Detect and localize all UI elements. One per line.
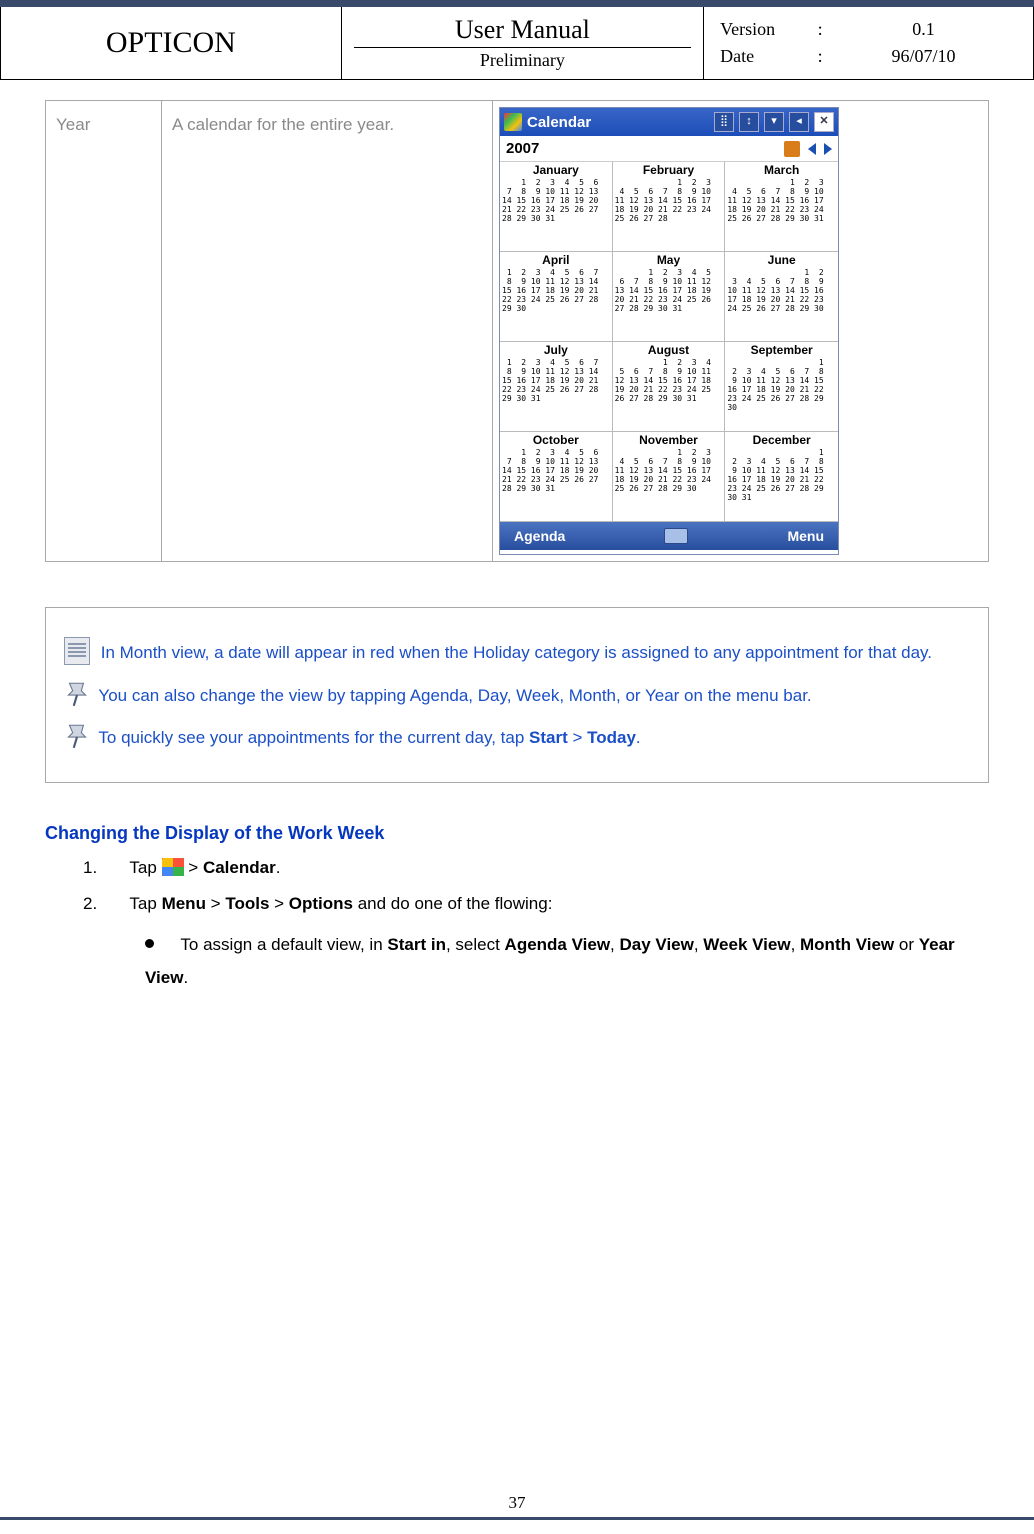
document-icon	[64, 637, 90, 665]
title-block: User Manual Preliminary	[341, 5, 703, 80]
month-september[interactable]: September 1 2 3 4 5 6 7 8 9 10 11 12 13 …	[725, 342, 838, 432]
month-january[interactable]: January 1 2 3 4 5 6 7 8 9 10 11 12 13 14…	[500, 162, 613, 252]
month-name: February	[615, 163, 723, 177]
date-value: 96/07/10	[830, 46, 1017, 67]
year-display[interactable]: 2007	[506, 140, 784, 157]
cycle-icon[interactable]	[784, 141, 800, 157]
windows-start-icon	[162, 858, 184, 876]
next-year-icon[interactable]	[824, 143, 832, 155]
date-label: Date	[720, 46, 810, 67]
month-name: May	[615, 253, 723, 267]
close-icon[interactable]: ✕	[814, 112, 834, 132]
version-label: Version	[720, 19, 810, 40]
month-name: July	[502, 343, 610, 357]
step-2: 2. Tap Menu > Tools > Options and do one…	[83, 890, 989, 919]
cell-screenshot: Calendar ⣿ ↕ ▾ ◂ ✕ 2007	[493, 101, 989, 562]
month-name: September	[727, 343, 836, 357]
pushpin-icon	[64, 722, 88, 748]
pushpin-icon	[64, 680, 88, 706]
month-days: 1 2 3 4 5 6 7 8 9 10 11 12 13 14 15 16 1…	[502, 268, 610, 313]
keyboard-icon[interactable]	[664, 528, 688, 544]
note-change-view: You can also change the view by tapping …	[98, 686, 811, 705]
cell-year-name: Year	[46, 101, 162, 562]
month-name: October	[502, 433, 610, 447]
meta-block: Version : 0.1 Date : 96/07/10	[704, 5, 1034, 80]
month-days: 1 2 3 4 5 6 7 8 9 10 11 12 13 14 15 16 1…	[727, 178, 836, 223]
version-value: 0.1	[830, 19, 1017, 40]
status-icon[interactable]: ⣿	[714, 112, 734, 132]
month-november[interactable]: November 1 2 3 4 5 6 7 8 9 10 11 12 13 1…	[613, 432, 726, 522]
signal-icon[interactable]: ▾	[764, 112, 784, 132]
month-days: 1 2 3 4 5 6 7 8 9 10 11 12 13 14 15 16 1…	[502, 358, 610, 403]
month-days: 1 2 3 4 5 6 7 8 9 10 11 12 13 14 15 16 1…	[502, 178, 610, 223]
month-days: 1 2 3 4 5 6 7 8 9 10 11 12 13 14 15 16 1…	[502, 448, 610, 493]
month-days: 1 2 3 4 5 6 7 8 9 10 11 12 13 14 15 16 1…	[727, 268, 836, 313]
cell-year-desc: A calendar for the entire year.	[162, 101, 493, 562]
calendar-screenshot: Calendar ⣿ ↕ ▾ ◂ ✕ 2007	[499, 107, 839, 555]
note-holiday: In Month view, a date will appear in red…	[101, 643, 932, 662]
softkey-right[interactable]: Menu	[787, 528, 824, 544]
month-april[interactable]: April 1 2 3 4 5 6 7 8 9 10 11 12 13 14 1…	[500, 252, 613, 342]
brand: OPTICON	[1, 5, 342, 80]
section-heading: Changing the Display of the Work Week	[45, 823, 989, 844]
steps-list: 1. Tap > Calendar. 2. Tap Menu > Tools >…	[83, 854, 989, 994]
page-number: 37	[0, 1493, 1034, 1513]
doc-header: OPTICON User Manual Preliminary Version …	[0, 3, 1034, 80]
month-days: 1 2 3 4 5 6 7 8 9 10 11 12 13 14 15 16 1…	[615, 448, 723, 493]
titlebar: Calendar ⣿ ↕ ▾ ◂ ✕	[500, 108, 838, 136]
note-today: To quickly see your appointments for the…	[98, 728, 640, 747]
step-1: 1. Tap > Calendar.	[83, 854, 989, 883]
month-october[interactable]: October 1 2 3 4 5 6 7 8 9 10 11 12 13 14…	[500, 432, 613, 522]
month-name: June	[727, 253, 836, 267]
month-days: 1 2 3 4 5 6 7 8 9 10 11 12 13 14 15 16 1…	[615, 268, 723, 313]
month-february[interactable]: February 1 2 3 4 5 6 7 8 9 10 11 12 13 1…	[613, 162, 726, 252]
doc-title: User Manual	[354, 13, 691, 48]
footer-divider	[0, 1517, 1034, 1519]
windows-logo-icon[interactable]	[504, 113, 522, 131]
month-name: December	[727, 433, 836, 447]
month-july[interactable]: July 1 2 3 4 5 6 7 8 9 10 11 12 13 14 15…	[500, 342, 613, 432]
month-may[interactable]: May 1 2 3 4 5 6 7 8 9 10 11 12 13 14 15 …	[613, 252, 726, 342]
sync-icon[interactable]: ↕	[739, 112, 759, 132]
softkey-left[interactable]: Agenda	[514, 528, 565, 544]
month-name: April	[502, 253, 610, 267]
year-table: Year A calendar for the entire year. Cal…	[45, 100, 989, 562]
bullet-1: To assign a default view, in Start in, s…	[145, 929, 989, 994]
bullet-icon	[145, 939, 154, 948]
volume-icon[interactable]: ◂	[789, 112, 809, 132]
month-march[interactable]: March 1 2 3 4 5 6 7 8 9 10 11 12 13 14 1…	[725, 162, 838, 252]
month-name: March	[727, 163, 836, 177]
month-name: August	[615, 343, 723, 357]
month-june[interactable]: June 1 2 3 4 5 6 7 8 9 10 11 12 13 14 15…	[725, 252, 838, 342]
month-august[interactable]: August 1 2 3 4 5 6 7 8 9 10 11 12 13 14 …	[613, 342, 726, 432]
month-days: 1 2 3 4 5 6 7 8 9 10 11 12 13 14 15 16 1…	[615, 178, 723, 223]
month-days: 1 2 3 4 5 6 7 8 9 10 11 12 13 14 15 16 1…	[727, 358, 836, 412]
month-days: 1 2 3 4 5 6 7 8 9 10 11 12 13 14 15 16 1…	[727, 448, 836, 502]
notes-box: In Month view, a date will appear in red…	[45, 607, 989, 783]
month-december[interactable]: December 1 2 3 4 5 6 7 8 9 10 11 12 13 1…	[725, 432, 838, 522]
month-days: 1 2 3 4 5 6 7 8 9 10 11 12 13 14 15 16 1…	[615, 358, 723, 403]
app-title: Calendar	[527, 114, 709, 131]
month-name: January	[502, 163, 610, 177]
prev-year-icon[interactable]	[808, 143, 816, 155]
doc-subtitle: Preliminary	[354, 48, 691, 73]
month-name: November	[615, 433, 723, 447]
year-grid[interactable]: January 1 2 3 4 5 6 7 8 9 10 11 12 13 14…	[500, 162, 838, 522]
